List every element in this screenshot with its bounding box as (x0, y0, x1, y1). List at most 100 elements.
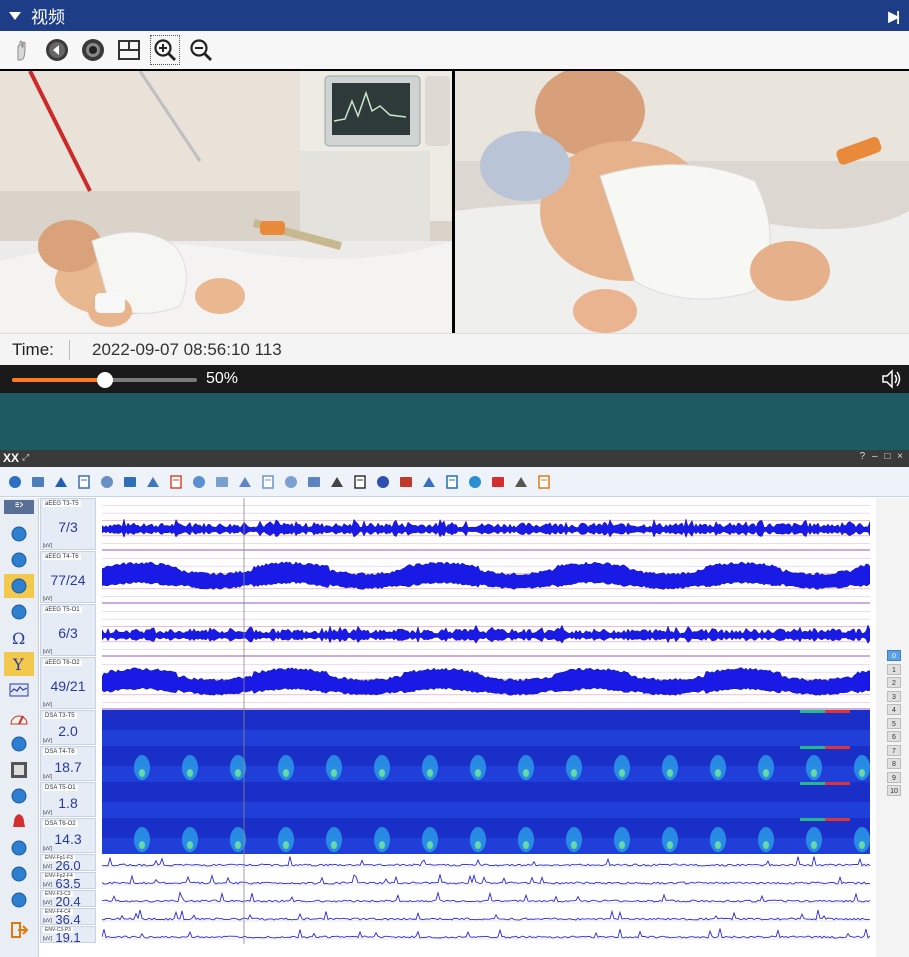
time-label: Time: (12, 339, 70, 360)
page-button-3[interactable]: 3 (887, 690, 901, 702)
print-icon[interactable] (327, 472, 346, 491)
channel-label-0[interactable]: aEEG T3-T5 7/3 [uV] (40, 498, 96, 550)
document-icon[interactable] (465, 472, 484, 491)
channel-label-5[interactable]: DSA T4-T6 18.7 [uV] (40, 746, 96, 781)
channel-value: 1.8 (58, 795, 78, 811)
report-icon[interactable] (189, 472, 208, 491)
zoom-out-icon[interactable] (186, 35, 216, 65)
channel-unit: [uV] (43, 918, 52, 924)
channel-label-7[interactable]: DSA T6-O2 14.3 [uV] (40, 818, 96, 853)
channel-label-9[interactable]: ENV-Fp2-F4 63.5 [uV] (40, 872, 96, 890)
channel-label-3[interactable]: aEEG T6-O2 49/21 [uV] (40, 657, 96, 709)
page-button-9[interactable]: 9 (887, 771, 901, 783)
exit-icon[interactable] (4, 918, 34, 942)
document-icon[interactable] (4, 784, 34, 808)
channel-value: 49/21 (50, 678, 86, 694)
rewind-icon[interactable] (42, 35, 72, 65)
channel-value: 6/3 (58, 625, 78, 641)
link-icon[interactable] (4, 862, 34, 886)
playback-slider-knob[interactable] (96, 372, 113, 388)
expand-menu-icon[interactable] (4, 500, 34, 514)
playback-progress-fill (12, 378, 105, 382)
scale-icon[interactable] (4, 836, 34, 860)
trend-icon[interactable] (51, 472, 70, 491)
channel-label-12[interactable]: ENV-C3-P3 19.1 [uV] (40, 926, 96, 944)
page-button-8[interactable]: 8 (887, 758, 901, 769)
channel-unit: [uV] (43, 738, 52, 744)
patient-icon[interactable] (5, 472, 24, 491)
playback-slider[interactable] (12, 372, 197, 388)
spiral-icon[interactable] (4, 600, 34, 624)
window-controls[interactable]: ? – □ × (860, 451, 905, 462)
brain-icon[interactable] (4, 574, 34, 598)
marker-icon[interactable] (74, 472, 93, 491)
impedance-icon[interactable]: Ω (4, 626, 34, 650)
volume-icon[interactable] (881, 368, 903, 395)
search-icon[interactable] (120, 472, 139, 491)
channel-unit: [uV] (43, 864, 52, 870)
page-button-10[interactable]: 10 (887, 785, 901, 796)
hand-icon[interactable] (6, 35, 36, 65)
channel-label-11[interactable]: ENV-F4-C4 36.4 [uV] (40, 908, 96, 926)
patient-icon[interactable] (4, 548, 34, 572)
layout-icon[interactable] (97, 472, 116, 491)
page-button-7[interactable]: 7 (887, 744, 901, 756)
video-panel-header[interactable]: 视频 ▶| (0, 0, 909, 31)
time-cursor[interactable] (102, 498, 870, 944)
channel-label-6[interactable]: DSA T5-O1 1.8 [uV] (40, 782, 96, 817)
page-button-4[interactable]: 4 (887, 704, 901, 715)
camera-feed-1[interactable] (0, 71, 452, 333)
playback-percent: 50% (206, 370, 239, 387)
channel-value: 7/3 (58, 519, 78, 535)
snapshot-icon[interactable] (511, 472, 530, 491)
video-toolbar (0, 31, 909, 69)
filter-icon[interactable]: Y (4, 652, 34, 676)
page-button-2[interactable]: 2 (887, 677, 901, 688)
lock-icon[interactable] (4, 888, 34, 912)
pin-icon[interactable]: ⤢ (22, 452, 29, 463)
record-icon[interactable] (4, 522, 34, 546)
zoom-in-icon[interactable] (150, 35, 180, 65)
channel-label-10[interactable]: ENV-F3-C3 20.4 [uV] (40, 890, 96, 908)
channel-label-1[interactable]: aEEG T4-T6 77/24 [uV] (40, 551, 96, 603)
alarm-icon[interactable] (4, 810, 34, 834)
alarm-icon[interactable] (488, 472, 507, 491)
filter-icon[interactable] (143, 472, 162, 491)
page-button-5[interactable]: 5 (887, 717, 901, 729)
page-icon[interactable] (281, 472, 300, 491)
trace-area[interactable]: aEEG T3-T5 7/3 [uV] aEEG T4-T6 77/24 [uV] aEEG… (40, 498, 876, 957)
frames-icon[interactable] (4, 758, 34, 782)
collapse-triangle-icon[interactable] (9, 11, 21, 20)
channel-label-4[interactable]: DSA T3-T5 2.0 [uV] (40, 710, 96, 745)
channel-unit: [uV] (43, 810, 52, 816)
channel-unit: [uV] (43, 882, 52, 888)
video-area[interactable] (0, 69, 909, 333)
skip-to-end-icon[interactable]: ▶| (888, 8, 900, 25)
montage-icon[interactable] (28, 472, 47, 491)
edit-icon[interactable] (304, 472, 323, 491)
trend-icon[interactable] (4, 678, 34, 702)
color-icon[interactable] (166, 472, 185, 491)
camera-feed-2[interactable] (455, 71, 909, 333)
channel-unit: [uV] (43, 702, 52, 708)
compare-icon[interactable] (235, 472, 254, 491)
video-icon[interactable] (4, 732, 34, 756)
record-icon[interactable] (78, 35, 108, 65)
page-button-1[interactable]: 1 (887, 663, 901, 675)
layout-icon[interactable] (114, 35, 144, 65)
bar-icon[interactable] (373, 472, 392, 491)
channel-label-2[interactable]: aEEG T5-O1 6/3 [uV] (40, 604, 96, 656)
notes-icon[interactable] (212, 472, 231, 491)
chart-icon[interactable] (396, 472, 415, 491)
sync-icon[interactable] (442, 472, 461, 491)
export-icon[interactable] (258, 472, 277, 491)
app-title-bar: XX ⤢ ? – □ × (0, 450, 909, 467)
video-icon[interactable] (419, 472, 438, 491)
printer-icon[interactable] (350, 472, 369, 491)
channel-unit: [uV] (43, 846, 52, 852)
page-button-0[interactable]: 0 (887, 650, 901, 661)
gauge-icon[interactable] (4, 706, 34, 730)
channel-label-8[interactable]: ENV-Fp1-F3 26.0 [uV] (40, 854, 96, 872)
page-button-6[interactable]: 6 (887, 731, 901, 742)
exit-icon[interactable] (534, 472, 553, 491)
